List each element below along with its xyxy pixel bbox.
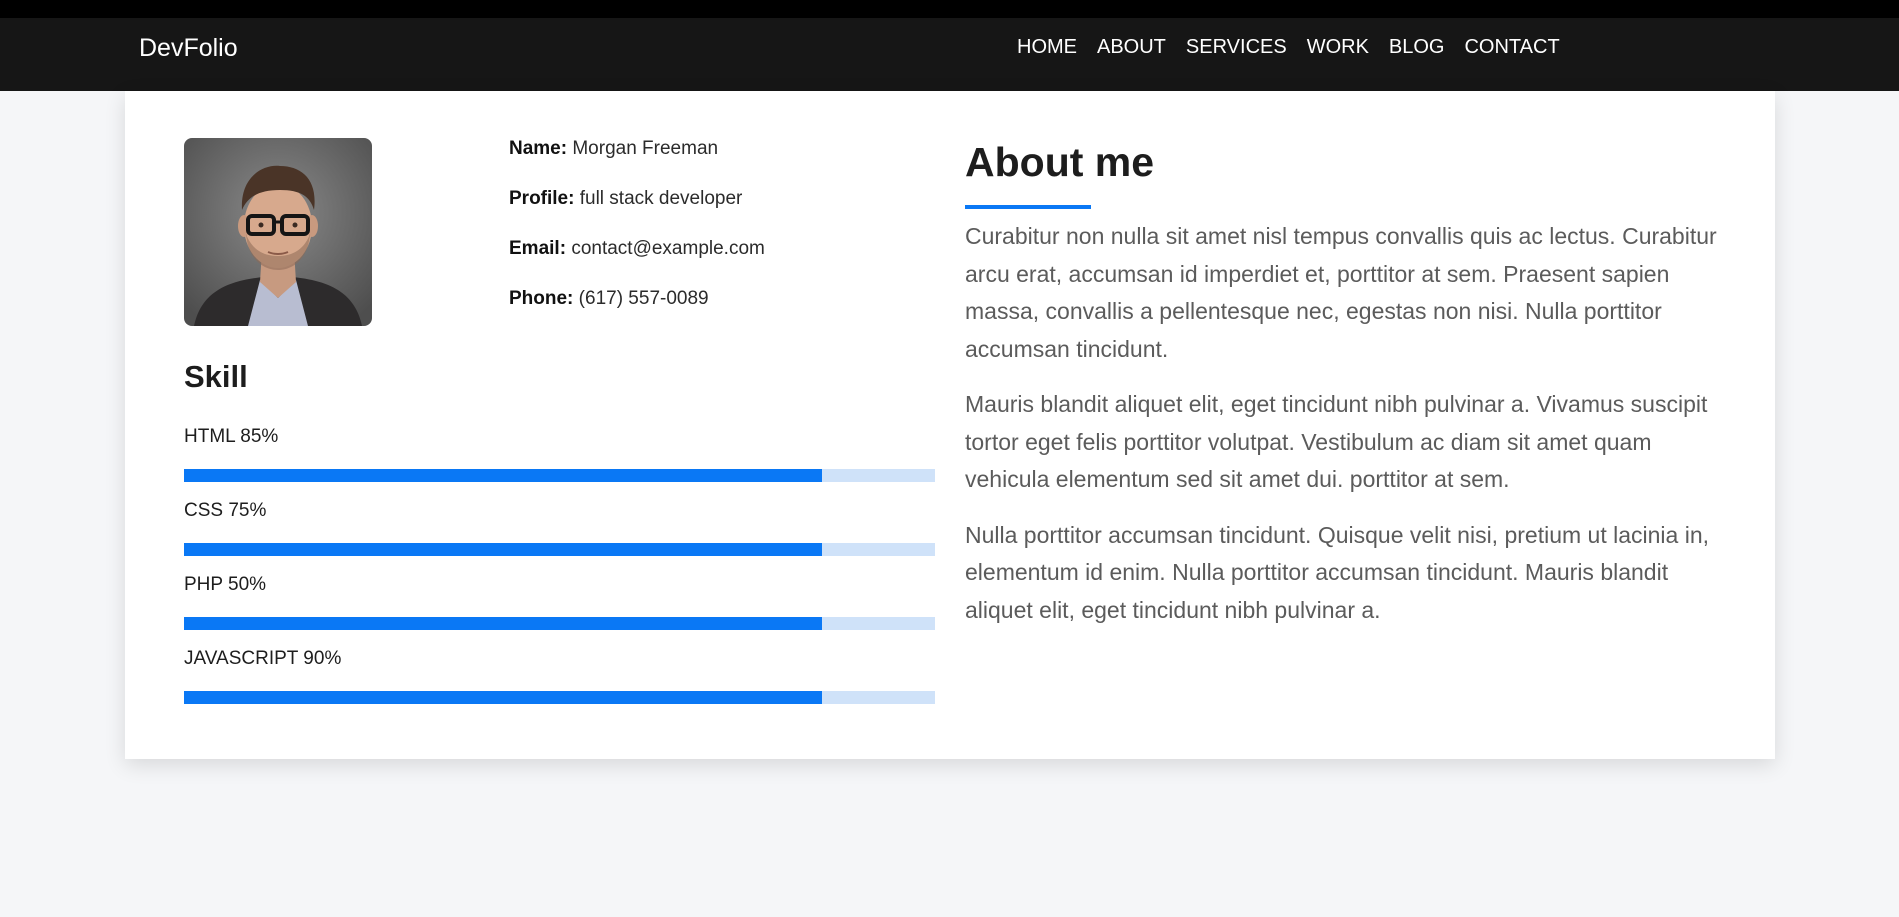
profile-label: Profile: [509, 188, 575, 209]
email-label: Email: [509, 238, 567, 259]
nav-menu: HOME ABOUT SERVICES WORK BLOG CONTACT [1007, 33, 1570, 61]
skill-label: CSS 75% [184, 500, 267, 521]
skill-item-javascript: JAVASCRIPT 90% [184, 647, 935, 721]
skill-progress-fill [184, 691, 823, 704]
skill-label: JAVASCRIPT 90% [184, 648, 342, 669]
email-value: contact@example.com [571, 238, 765, 259]
about-paragraph: Nulla porttitor accumsan tincidunt. Quis… [965, 521, 1710, 623]
about-heading: About me [965, 139, 1155, 185]
about-card: Name: Morgan Freeman Profile: full stack… [125, 91, 1775, 759]
nav-link-work[interactable]: WORK [1297, 33, 1379, 61]
skill-progress-fill [184, 543, 823, 556]
skill-progress-fill [184, 469, 823, 482]
nav-link-blog[interactable]: BLOG [1379, 33, 1455, 61]
nav-item-about: ABOUT [1087, 33, 1176, 61]
skill-label: HTML 85% [184, 426, 279, 447]
about-paragraph: Curabitur non nulla sit amet nisl tempus… [965, 223, 1717, 362]
name-value: Morgan Freeman [572, 138, 719, 159]
phone-value: (617) 557-0089 [578, 288, 709, 309]
nav-item-blog: BLOG [1379, 33, 1455, 61]
skill-progress-bar [184, 691, 935, 704]
navbar: DevFolio HOME ABOUT SERVICES WORK BLOG C… [0, 18, 1899, 91]
skill-item-php: PHP 50% [184, 573, 935, 647]
nav-item-home: HOME [1007, 33, 1087, 61]
phone-label: Phone: [509, 288, 574, 309]
skill-progress-bar [184, 617, 935, 630]
info-phone: Phone: (617) 557-0089 [509, 287, 909, 311]
about-text: Curabitur non nulla sit amet nisl tempus… [965, 218, 1725, 647]
info-name: Name: Morgan Freeman [509, 137, 909, 161]
nav-link-home[interactable]: HOME [1007, 33, 1087, 61]
skill-progress-bar [184, 469, 935, 482]
profile-info-list: Name: Morgan Freeman Profile: full stack… [509, 137, 909, 337]
brand-logo[interactable]: DevFolio [139, 31, 238, 65]
name-label: Name: [509, 138, 568, 159]
skill-progress-bar [184, 543, 935, 556]
profile-value: full stack developer [579, 188, 743, 209]
skill-progress-fill [184, 617, 823, 630]
nav-item-contact: CONTACT [1454, 33, 1569, 61]
profile-photo-icon [184, 138, 372, 326]
skill-label: PHP 50% [184, 574, 267, 595]
nav-item-services: SERVICES [1176, 33, 1297, 61]
skill-item-html: HTML 85% [184, 425, 935, 499]
top-strip [0, 0, 1899, 18]
heading-underline [965, 205, 1091, 209]
nav-item-work: WORK [1297, 33, 1379, 61]
skill-item-css: CSS 75% [184, 499, 935, 573]
about-paragraph: Mauris blandit aliquet elit, eget tincid… [965, 391, 1708, 492]
profile-photo [184, 138, 372, 326]
skill-heading: Skill [184, 359, 248, 394]
info-profile: Profile: full stack developer [509, 187, 909, 211]
nav-link-about[interactable]: ABOUT [1087, 33, 1176, 61]
skill-list: HTML 85% CSS 75% PHP 50% JAVASCRIPT 90% [184, 425, 935, 721]
nav-link-services[interactable]: SERVICES [1176, 33, 1297, 61]
info-email: Email: contact@example.com [509, 237, 909, 261]
nav-link-contact[interactable]: CONTACT [1454, 33, 1569, 61]
